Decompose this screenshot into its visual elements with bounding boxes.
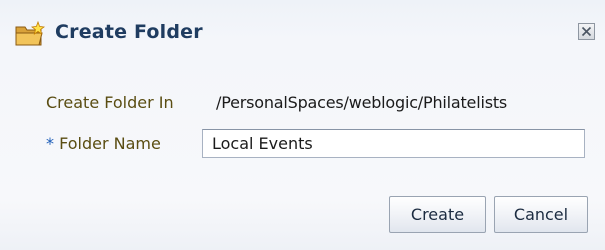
dialog-title-bar: Create Folder [0,0,605,62]
new-folder-icon [14,20,48,47]
folder-name-label-text: Folder Name [59,134,161,153]
folder-name-input[interactable] [202,129,585,158]
create-button[interactable]: Create [389,196,486,233]
close-button[interactable] [578,23,595,40]
dialog-title: Create Folder [55,21,203,43]
folder-name-label: * Folder Name [46,134,161,153]
close-icon [581,26,592,37]
cancel-button[interactable]: Cancel [494,196,588,233]
create-folder-in-path: /PersonalSpaces/weblogic/Philatelists [216,93,508,112]
create-folder-dialog: Create Folder Create Folder In /Personal… [0,0,605,250]
create-folder-in-label: Create Folder In [46,93,174,112]
required-marker: * [46,134,54,153]
